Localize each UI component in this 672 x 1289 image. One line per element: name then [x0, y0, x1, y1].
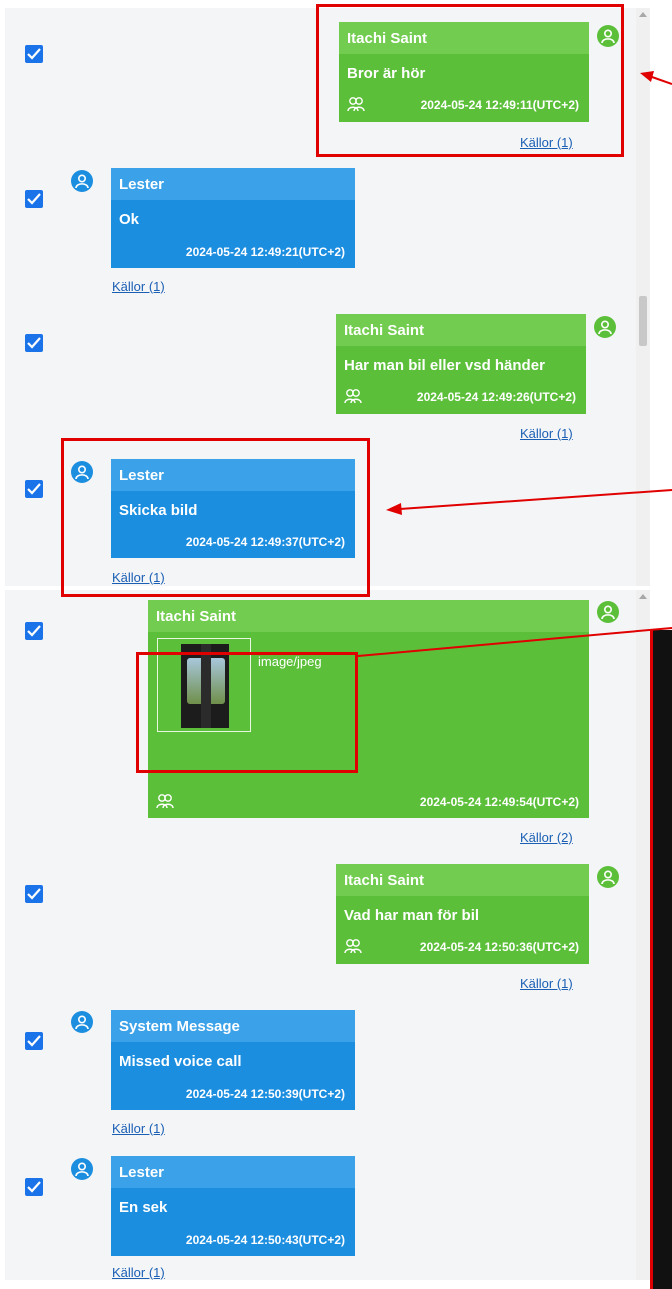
annotation-arrow	[357, 627, 672, 657]
annotation-arrows	[357, 71, 672, 657]
annotation-arrow	[640, 71, 672, 85]
annotation-arrow	[386, 489, 672, 515]
